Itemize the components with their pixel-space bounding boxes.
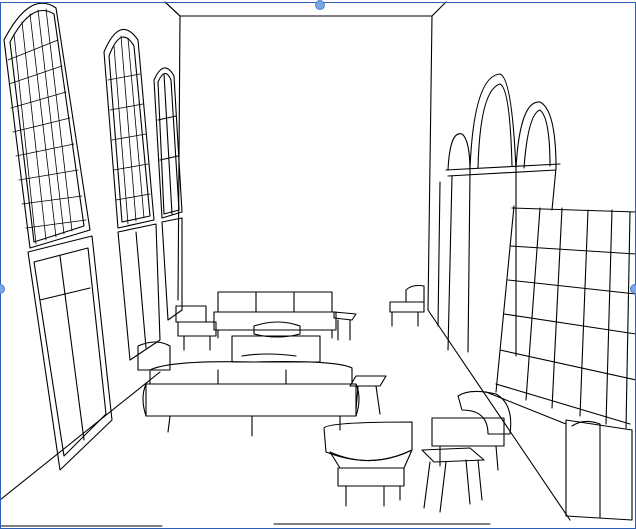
lounge-chair-left <box>323 421 413 507</box>
room-shell <box>0 1 571 527</box>
model-viewport[interactable] <box>0 0 636 529</box>
bookshelf <box>485 205 636 521</box>
left-window-mid <box>103 28 161 361</box>
right-wall-arches <box>437 73 561 357</box>
back-side-pieces <box>175 284 425 363</box>
resize-handle-top[interactable] <box>315 0 325 10</box>
lounge-chair-right <box>431 390 512 471</box>
left-window-large <box>3 2 113 471</box>
back-sofa <box>213 291 337 339</box>
resize-handle-right[interactable] <box>630 284 636 294</box>
small-table-front <box>421 447 485 513</box>
interior-line-drawing <box>0 1 636 527</box>
front-sofa <box>137 341 360 437</box>
side-stool <box>349 375 387 415</box>
